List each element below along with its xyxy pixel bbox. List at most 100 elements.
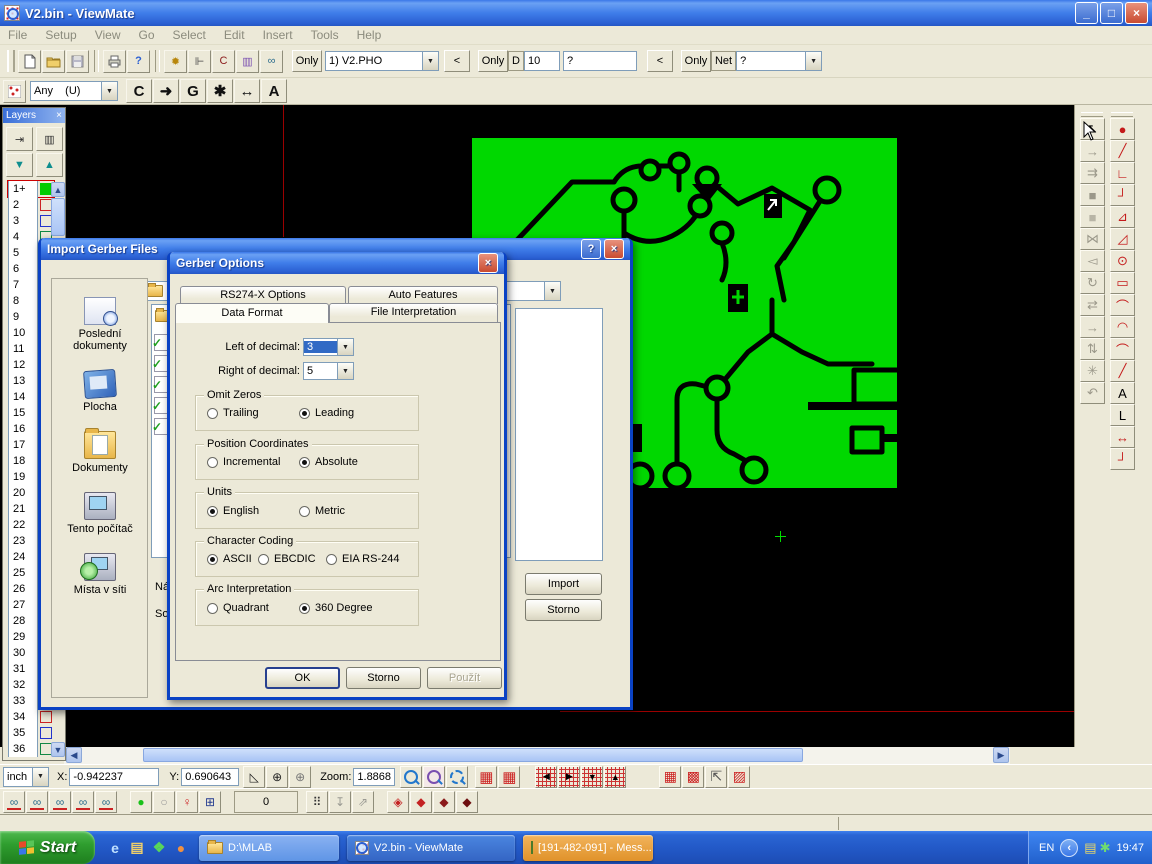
text-a-icon[interactable]: A: [261, 79, 287, 103]
flash-icon[interactable]: ✱: [207, 79, 233, 103]
palette-grip[interactable]: [1081, 112, 1103, 117]
tab-file-interpretation[interactable]: File Interpretation: [329, 303, 498, 322]
horizontal-scroll-thumb[interactable]: [143, 748, 803, 762]
measure-tools-icon[interactable]: ⊩: [188, 50, 211, 73]
radio-incremental[interactable]: [207, 457, 218, 468]
layer-row[interactable]: 36: [8, 741, 54, 757]
chevron-down-icon[interactable]: ▼: [337, 363, 353, 379]
probe-pin-icon[interactable]: ♀: [176, 791, 198, 813]
scale-icon[interactable]: ⇄: [1080, 294, 1105, 316]
layer-row[interactable]: 1+: [8, 181, 54, 197]
task-button-messenger[interactable]: [191-482-091] - Mess...: [523, 835, 653, 861]
fill-dark-icon[interactable]: ■: [1080, 184, 1105, 206]
menu-item[interactable]: File: [8, 28, 27, 42]
anchor-icon[interactable]: ↧: [329, 791, 351, 813]
start-button[interactable]: Start: [0, 831, 95, 864]
draw-circle-icon[interactable]: ⊙: [1110, 250, 1135, 272]
tab-auto-features[interactable]: Auto Features: [348, 286, 498, 304]
explorer-folder-icon[interactable]: ▤: [127, 838, 147, 858]
collapse-tray-icon[interactable]: ‹: [1060, 839, 1078, 857]
pad-flash-icon[interactable]: ◈: [387, 791, 409, 813]
view-lines-glasses-icon[interactable]: ∞: [26, 791, 48, 813]
pan-up-grid-icon[interactable]: ▲: [604, 766, 626, 788]
context-help-button[interactable]: ?: [127, 50, 150, 73]
view-flash-glasses-icon[interactable]: ∞: [95, 791, 117, 813]
probe-point-icon[interactable]: ⊕: [289, 766, 311, 788]
radio-quadrant[interactable]: [207, 603, 218, 614]
chevron-down-icon[interactable]: ▼: [422, 52, 438, 70]
scroll-left-button[interactable]: ◀: [66, 747, 82, 763]
grid-edit-icon[interactable]: ▩: [682, 766, 704, 788]
select-dcode-icon[interactable]: C: [212, 50, 235, 73]
move-item-icon[interactable]: →: [1080, 140, 1105, 162]
pad-solid-icon[interactable]: ◆: [410, 791, 432, 813]
dot-matrix-icon[interactable]: ⠿: [306, 791, 328, 813]
layer-up-icon[interactable]: ▲: [36, 153, 63, 177]
layer-select-combo[interactable]: 1) V2.PHO ▼: [325, 51, 439, 71]
tab-rs274x-options[interactable]: RS274-X Options: [180, 286, 346, 304]
gerber-g-icon[interactable]: G: [180, 79, 206, 103]
prev-dcode-button[interactable]: <: [647, 50, 673, 72]
chevron-down-icon[interactable]: ▼: [544, 282, 560, 300]
radio-absolute[interactable]: [299, 457, 310, 468]
layers-panel-title[interactable]: Layers ×: [3, 108, 65, 123]
target-origin-icon[interactable]: ⊕: [266, 766, 288, 788]
radio-metric[interactable]: [299, 506, 310, 517]
radio-360-degree[interactable]: [299, 603, 310, 614]
goto-arrow-icon[interactable]: ➜: [153, 79, 179, 103]
prev-layer-button[interactable]: <: [444, 50, 470, 72]
grid-board-icon[interactable]: ▦: [475, 766, 497, 788]
fill-light-icon[interactable]: ■: [1080, 206, 1105, 228]
right-decimal-combo[interactable]: 5 ▼: [303, 362, 354, 380]
move-to-icon[interactable]: →: [1080, 316, 1105, 338]
draw-angle-icon[interactable]: ⊿: [1110, 206, 1135, 228]
save-file-button[interactable]: [66, 50, 89, 73]
draw-chord-icon[interactable]: ╱: [1110, 360, 1135, 382]
highlight-off-icon[interactable]: ○: [153, 791, 175, 813]
green-book-icon[interactable]: ❖: [149, 838, 169, 858]
draw-triangle-icon[interactable]: ◿: [1110, 228, 1135, 250]
place-documents[interactable]: Dokumenty: [55, 431, 145, 474]
zoom-grid-lens-icon[interactable]: [423, 766, 445, 788]
layer-down-icon[interactable]: ▼: [6, 153, 33, 177]
dialog-close-button[interactable]: ×: [604, 239, 624, 259]
ok-button[interactable]: OK: [265, 667, 340, 689]
text-tool-icon[interactable]: A: [1110, 382, 1135, 404]
gerber-dialog-titlebar[interactable]: Gerber Options ×: [170, 252, 504, 274]
dialog-close-button[interactable]: ×: [478, 253, 498, 273]
close-button[interactable]: ×: [1125, 2, 1148, 24]
measure-diagonal-icon[interactable]: ⇱: [705, 766, 727, 788]
tray-notes-icon[interactable]: ▤: [1084, 840, 1096, 856]
protractor-icon[interactable]: ◺: [243, 766, 265, 788]
menu-item[interactable]: Setup: [45, 28, 76, 42]
mirror-icon[interactable]: ⋈: [1080, 228, 1105, 250]
place-network[interactable]: Místa v síti: [55, 553, 145, 596]
place-recent-documents[interactable]: Poslední dokumenty: [55, 297, 145, 352]
firefox-icon[interactable]: ●: [171, 838, 191, 858]
place-my-computer[interactable]: Tento počítač: [55, 492, 145, 535]
layers-close-icon[interactable]: ×: [56, 110, 62, 121]
table-view-icon[interactable]: ⊞: [199, 791, 221, 813]
tab-data-format[interactable]: Data Format: [175, 303, 329, 323]
pan-down-grid-icon[interactable]: ▼: [581, 766, 603, 788]
swap-icon[interactable]: ⇅: [1080, 338, 1105, 360]
component-c-icon[interactable]: C: [126, 79, 152, 103]
radio-english[interactable]: [207, 506, 218, 517]
undo-icon[interactable]: ↶: [1080, 382, 1105, 404]
restore-button[interactable]: □: [1100, 2, 1123, 24]
bend-tool-icon[interactable]: ┘: [1110, 448, 1135, 470]
chevron-down-icon[interactable]: ▼: [101, 82, 117, 100]
only-dcode-button[interactable]: Only: [478, 50, 508, 72]
transform-icon[interactable]: ⇗: [352, 791, 374, 813]
dcode-input[interactable]: 10: [524, 51, 560, 71]
net-select-combo[interactable]: ? ▼: [736, 51, 822, 71]
horizontal-scrollbar[interactable]: ◀ ▶: [64, 747, 1010, 764]
palette-grip[interactable]: [1111, 112, 1133, 117]
pad-dark-icon[interactable]: ◆: [433, 791, 455, 813]
layer-colors-icon[interactable]: ▥: [236, 50, 259, 73]
view-all-glasses-icon[interactable]: ∞: [3, 791, 25, 813]
chevron-down-icon[interactable]: ▼: [337, 339, 353, 355]
menu-item[interactable]: Go: [139, 28, 155, 42]
draw-arc-icon[interactable]: ◠: [1110, 316, 1135, 338]
radio-trailing[interactable]: [207, 408, 218, 419]
